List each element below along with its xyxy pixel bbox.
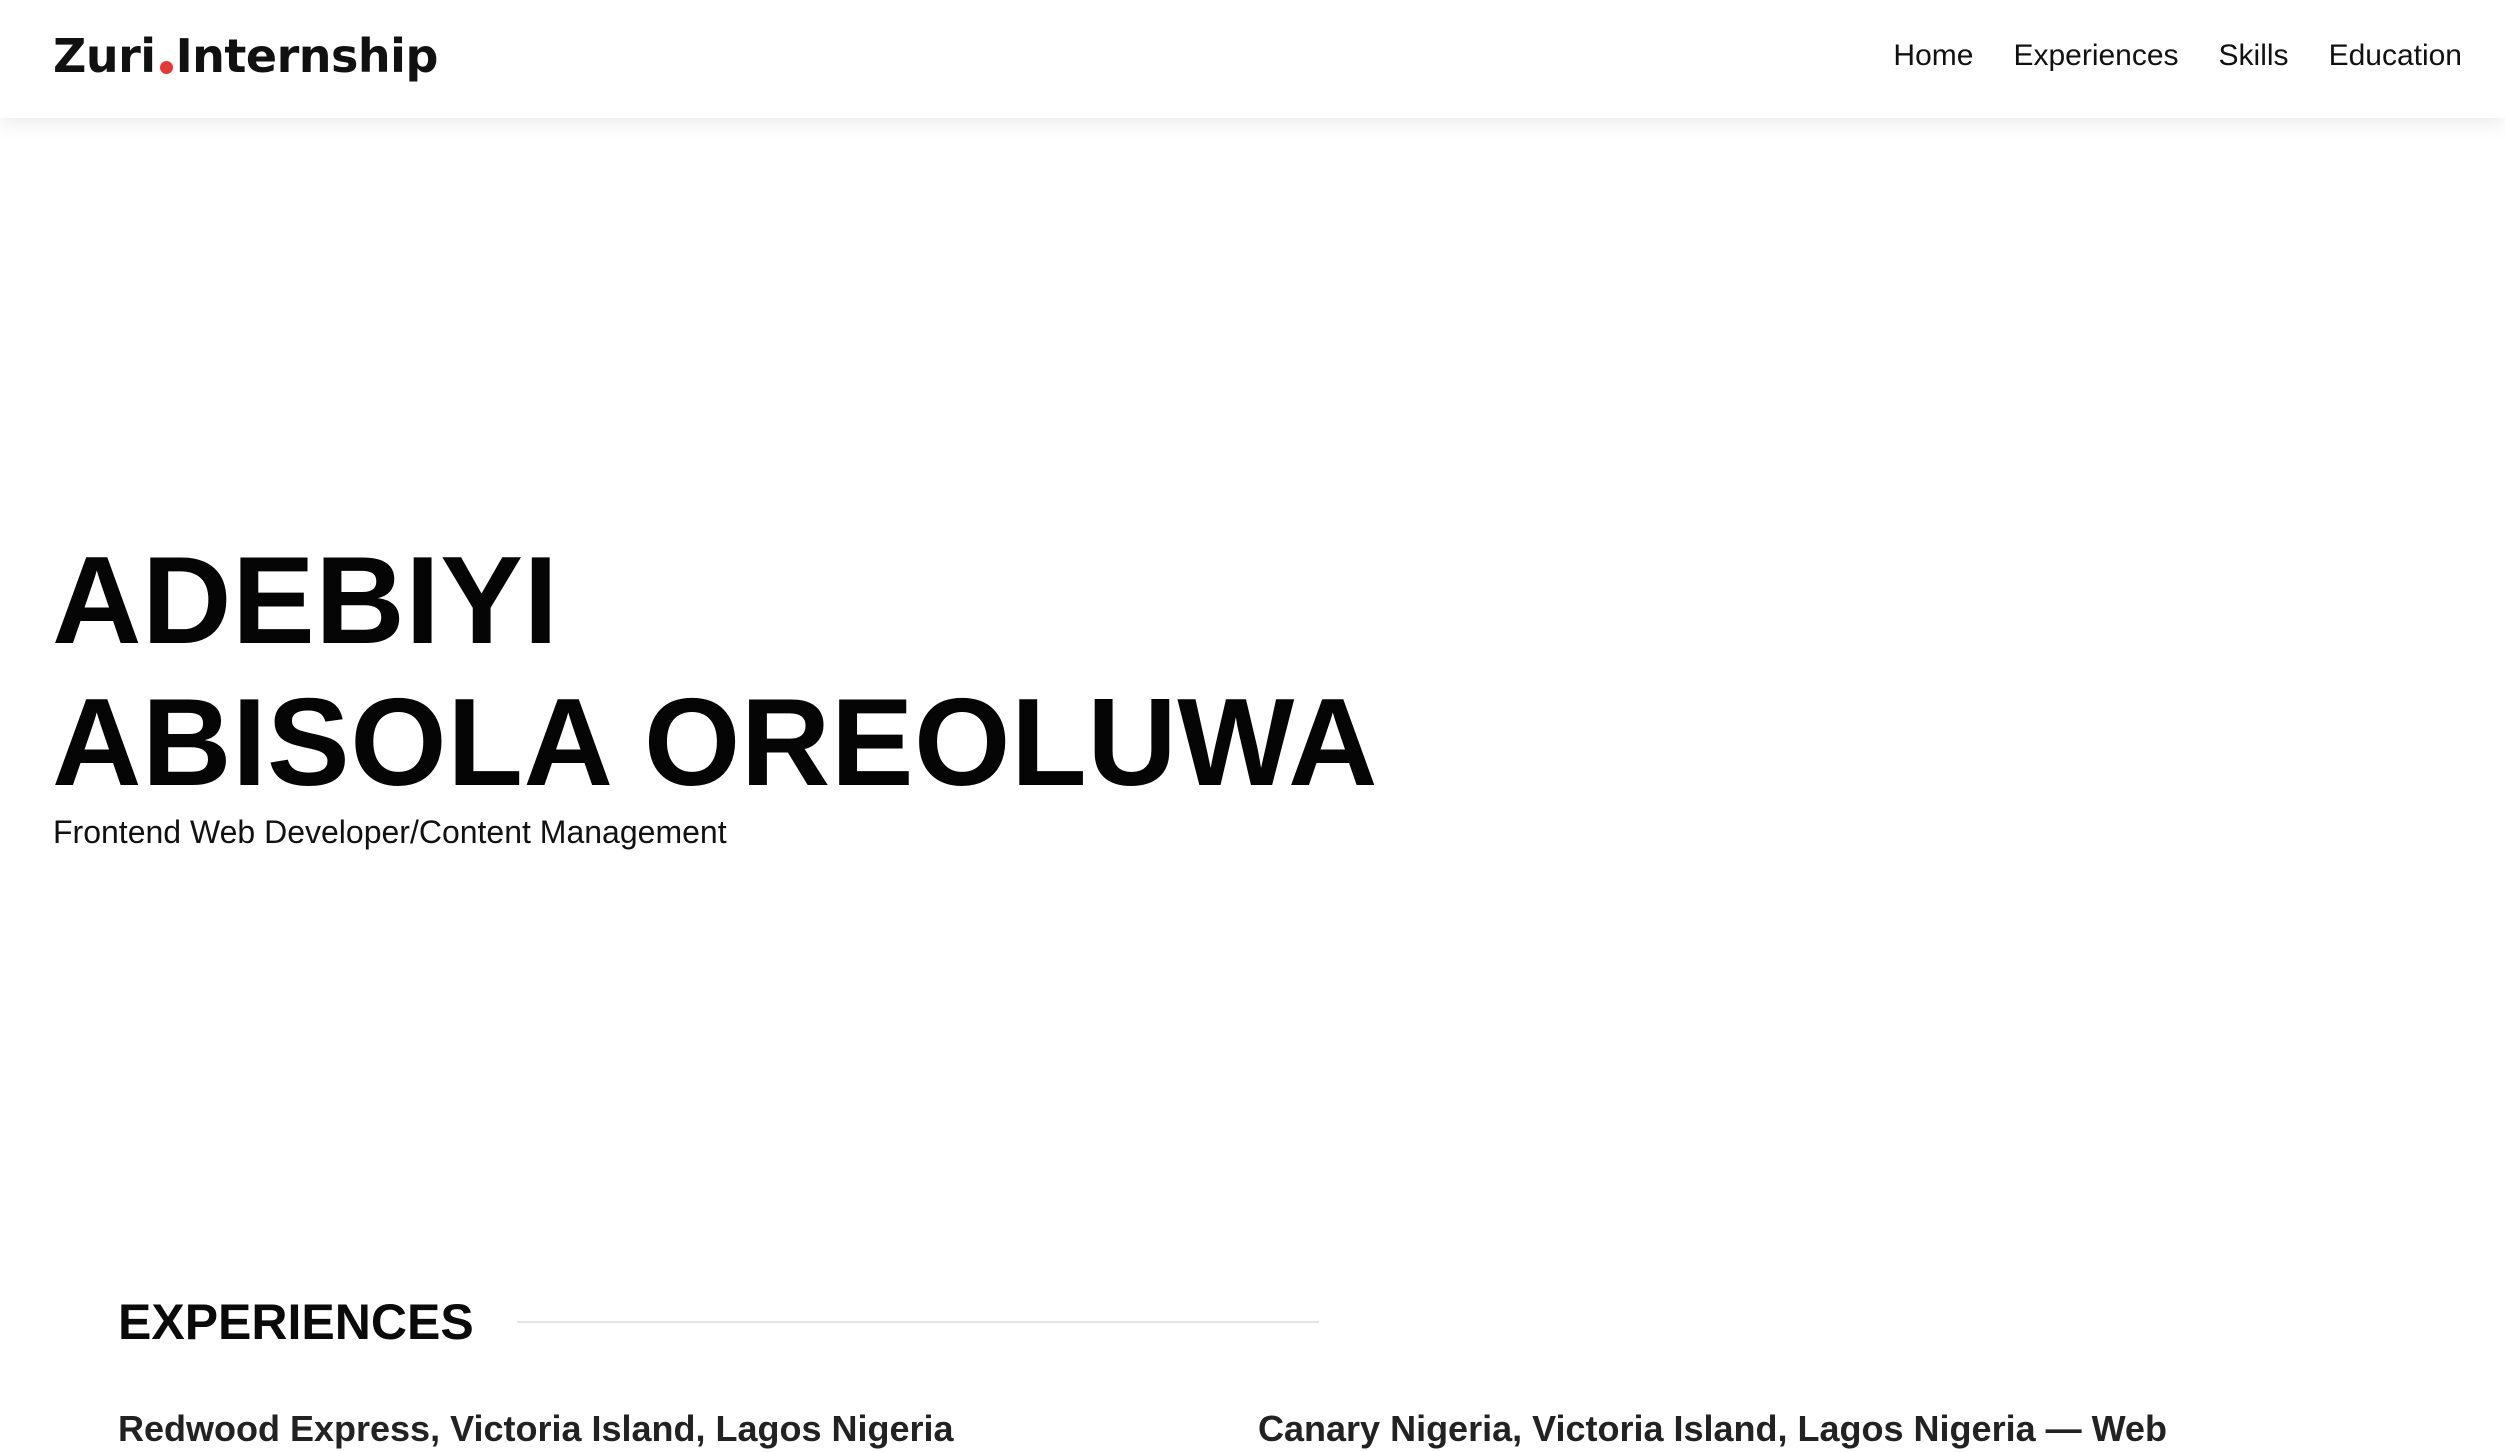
experience-item-heading: Redwood Express, Victoria Island, Lagos …: [118, 1408, 954, 1449]
logo-text-internship: Internship: [175, 29, 439, 83]
logo-text-zuri: Zuri: [53, 29, 156, 83]
nav-links: Home Experiences Skills Education: [1893, 36, 2462, 76]
navbar: Zuri Internship Home Experiences Skills E…: [0, 0, 2505, 118]
logo[interactable]: Zuri Internship: [53, 28, 438, 84]
hero-name-line-1: ADEBIYI: [52, 532, 559, 670]
experiences-section-title: EXPERIENCES: [118, 1294, 474, 1350]
nav-link-skills[interactable]: Skills: [2219, 36, 2289, 76]
nav-link-home[interactable]: Home: [1893, 36, 1973, 76]
hero-subtitle: Frontend Web Developer/Content Managemen…: [53, 814, 727, 850]
logo-dot-icon: [159, 61, 173, 74]
experience-item-heading: Canary Nigeria, Victoria Island, Lagos N…: [1258, 1408, 2167, 1449]
nav-link-education[interactable]: Education: [2329, 36, 2462, 76]
nav-link-experiences[interactable]: Experiences: [2013, 36, 2178, 76]
section-divider: [517, 1321, 1319, 1323]
hero-name-line-2: ABISOLA OREOLUWA: [52, 674, 1379, 812]
hero-name: ADEBIYI ABISOLA OREOLUWA: [52, 530, 1378, 814]
